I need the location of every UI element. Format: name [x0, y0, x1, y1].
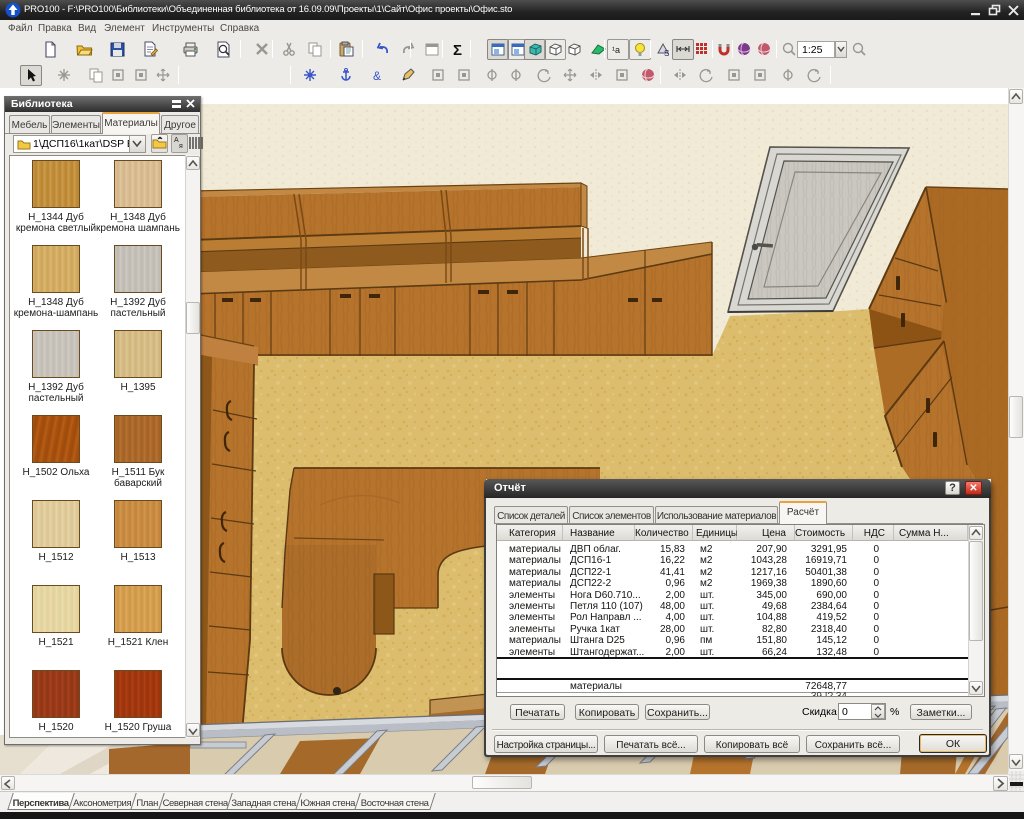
svg-text:S: S: [664, 49, 669, 58]
svg-text:¹a: ¹a: [612, 45, 620, 55]
svg-text:&: &: [373, 69, 381, 83]
svg-text:я: я: [179, 143, 183, 150]
svg-text:Σ: Σ: [453, 42, 462, 58]
